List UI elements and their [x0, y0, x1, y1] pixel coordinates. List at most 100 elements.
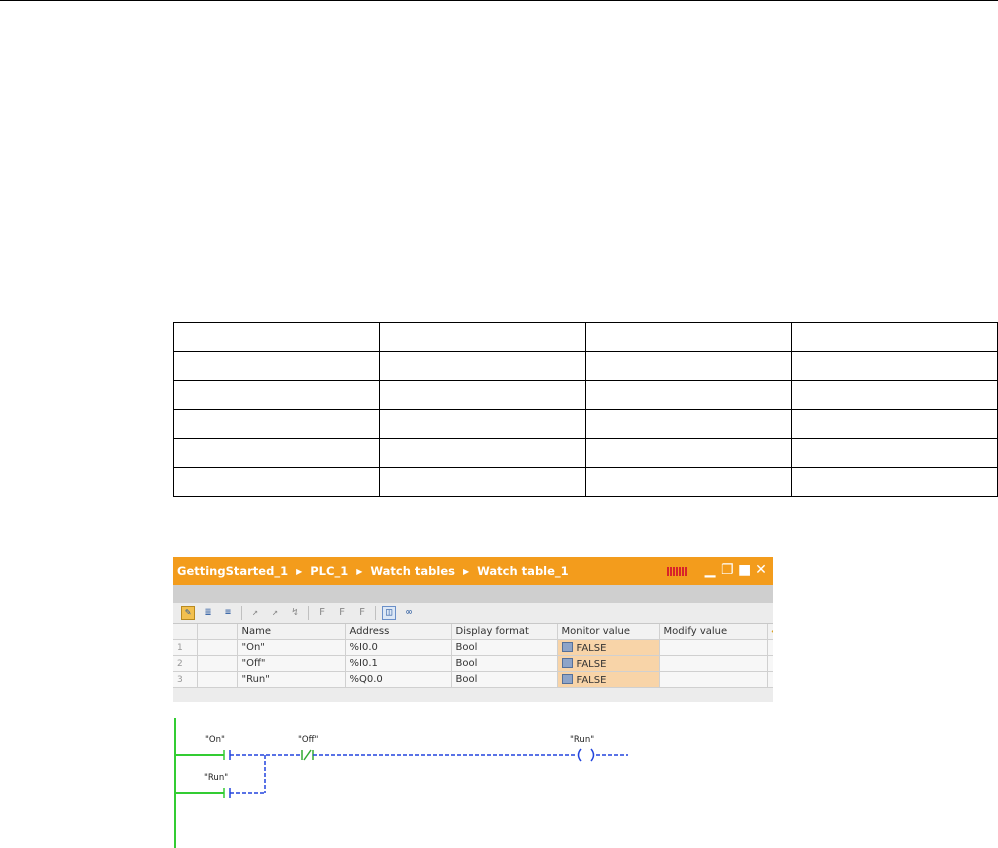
row-format[interactable]: Bool: [451, 655, 558, 672]
force-icon[interactable]: F: [315, 606, 329, 620]
table-row: [173, 438, 998, 468]
col-name-header[interactable]: Name: [237, 624, 346, 640]
row-name[interactable]: "Off": [237, 655, 346, 672]
table-cell: [173, 409, 380, 439]
table-cell: [791, 351, 998, 381]
empty-table: [173, 322, 998, 497]
watch-toolbar: ✎ ≣ ≡ ↗ ↗ ↯ F F F ◫ ∞: [173, 603, 773, 624]
modify-trigger-icon[interactable]: ↗: [268, 606, 282, 620]
table-row: [173, 409, 998, 439]
table-cell: [791, 467, 998, 497]
table-cell: [585, 438, 792, 468]
table-cell: [585, 380, 792, 410]
monitor-once-icon[interactable]: ∞: [402, 606, 416, 620]
table-row[interactable]: 2 "Off" %I0.1 Bool FALSE: [173, 655, 773, 672]
table-cell: [585, 409, 792, 439]
contact-on[interactable]: [219, 750, 231, 760]
contact-on-label: "On": [205, 735, 225, 745]
breadcrumb-watch-tables[interactable]: Watch tables: [370, 564, 455, 578]
table-cell: [173, 438, 380, 468]
row-address[interactable]: %I0.0: [345, 639, 452, 656]
restore-icon[interactable]: ❐: [721, 561, 734, 579]
row-monitor-value: FALSE: [557, 639, 660, 656]
monitor-value-text: FALSE: [576, 642, 607, 654]
maximize-icon[interactable]: ■: [738, 561, 751, 579]
row-flag: [197, 655, 238, 672]
table-cell: [379, 409, 586, 439]
monitor-value-text: FALSE: [576, 658, 607, 670]
watch-table-header: Name Address Display format Monitor valu…: [173, 624, 773, 640]
row-modify-value[interactable]: [659, 671, 768, 688]
window-titlebar: GettingStarted_1 ▶ PLC_1 ▶ Watch tables …: [173, 557, 773, 585]
monitor-value-icon: [561, 673, 573, 684]
contact-off[interactable]: [301, 749, 314, 761]
watch-table: Name Address Display format Monitor valu…: [173, 624, 773, 688]
row-index: 2: [173, 655, 198, 672]
table-cell: [173, 467, 380, 497]
table-cell: [791, 380, 998, 410]
row-modify-value[interactable]: [659, 655, 768, 672]
breadcrumb-plc[interactable]: PLC_1: [310, 564, 348, 578]
row-modify-value[interactable]: [659, 639, 768, 656]
contact-run[interactable]: [219, 788, 231, 798]
row-format[interactable]: Bool: [451, 671, 558, 688]
breadcrumb-project[interactable]: GettingStarted_1: [177, 564, 288, 578]
window-spacer-bar: [173, 585, 773, 603]
table-cell: [379, 351, 586, 381]
online-status-icon: [667, 567, 687, 576]
table-row: [173, 351, 998, 381]
pin-column: ◆: [767, 624, 773, 640]
table-row: [173, 322, 998, 352]
toolbar-divider: [241, 606, 242, 620]
col-address-header[interactable]: Address: [345, 624, 452, 640]
col-monitor-header[interactable]: Monitor value: [557, 624, 660, 640]
row-end: [767, 655, 773, 672]
row-address[interactable]: %Q0.0: [345, 671, 452, 688]
modify-now-icon[interactable]: ↗: [248, 606, 262, 620]
monitor-all-icon[interactable]: ◫: [382, 606, 396, 620]
table-row[interactable]: 3 "Run" %Q0.0 Bool FALSE: [173, 671, 773, 688]
col-index-header: [173, 624, 198, 640]
show-all-icon[interactable]: ≣: [201, 606, 215, 620]
coil-run[interactable]: [577, 748, 595, 762]
table-row: [173, 467, 998, 497]
force-trigger-icon[interactable]: F: [335, 606, 349, 620]
row-name[interactable]: "On": [237, 639, 346, 656]
row-end: [767, 639, 773, 656]
breadcrumb-arrow-icon: ▶: [356, 566, 363, 576]
table-cell: [173, 351, 380, 381]
table-row: [173, 380, 998, 410]
toolbar-divider: [375, 606, 376, 620]
minimize-icon[interactable]: ▁: [704, 561, 716, 579]
filter-icon[interactable]: ≡: [221, 606, 235, 620]
col-format-header[interactable]: Display format: [451, 624, 558, 640]
page-top-rule: [0, 0, 998, 1]
row-address[interactable]: %I0.1: [345, 655, 452, 672]
row-name[interactable]: "Run": [237, 671, 346, 688]
breadcrumb-watch-table[interactable]: Watch table_1: [477, 564, 569, 578]
window-controls: ▁ ❐ ■ ✕: [704, 561, 767, 579]
enable-peripheral-icon[interactable]: ↯: [288, 606, 302, 620]
table-cell: [173, 322, 380, 352]
monitor-value-text: FALSE: [576, 674, 607, 686]
edit-mode-icon[interactable]: ✎: [181, 606, 195, 620]
col-modify-header[interactable]: Modify value: [659, 624, 768, 640]
ladder-network: "On" "Off" "Run" "Run": [174, 718, 628, 848]
coil-run-label: "Run": [570, 735, 594, 745]
pin-icon: ◆: [772, 626, 773, 637]
contact-run-label: "Run": [204, 773, 228, 783]
table-row[interactable]: 1 "On" %I0.0 Bool FALSE: [173, 639, 773, 656]
force-all-icon[interactable]: F: [355, 606, 369, 620]
table-cell: [585, 351, 792, 381]
table-cell: [585, 322, 792, 352]
table-cell: [379, 380, 586, 410]
row-end: [767, 671, 773, 688]
row-flag: [197, 639, 238, 656]
contact-off-label: "Off": [298, 735, 318, 745]
breadcrumb-arrow-icon: ▶: [462, 566, 470, 576]
table-cell: [379, 438, 586, 468]
row-monitor-value: FALSE: [557, 671, 660, 688]
row-format[interactable]: Bool: [451, 639, 558, 656]
table-cell: [379, 467, 586, 497]
close-icon[interactable]: ✕: [755, 561, 767, 579]
